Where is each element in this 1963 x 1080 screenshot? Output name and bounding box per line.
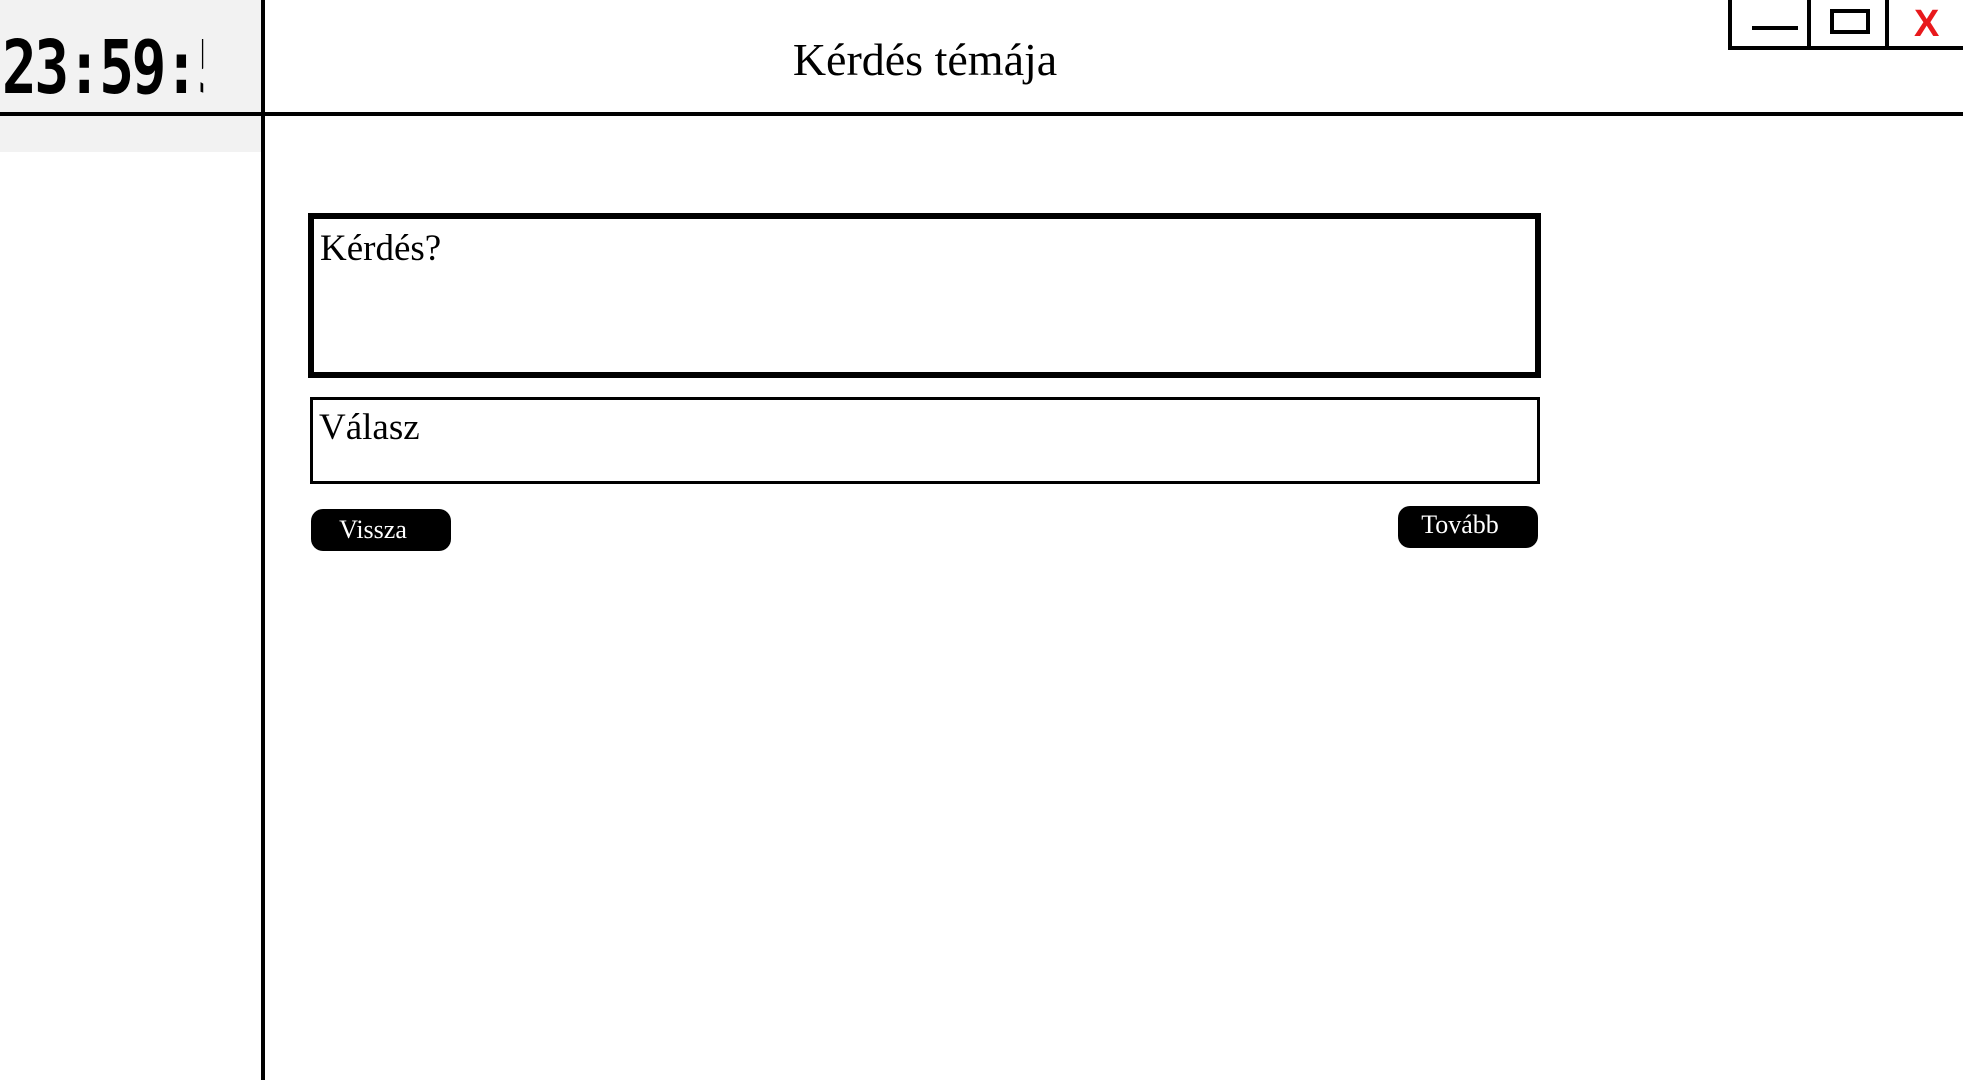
close-icon: X — [1914, 2, 1940, 45]
question-box: Kérdés? — [308, 213, 1541, 378]
back-button[interactable]: Vissza — [311, 509, 451, 551]
timer-panel: 23:59:59 — [0, 0, 262, 152]
maximize-button[interactable] — [1806, 0, 1886, 46]
minimize-icon — [1752, 26, 1798, 30]
window-controls: X — [1728, 0, 1963, 50]
header-divider — [0, 112, 1963, 116]
back-button-label: Vissza — [339, 515, 407, 544]
countdown-timer: 23:59:59 — [2, 25, 203, 111]
next-button-label: Tovább — [1421, 510, 1499, 539]
minimize-button[interactable] — [1732, 0, 1807, 46]
maximize-icon — [1829, 9, 1870, 34]
answer-placeholder: Válasz — [319, 407, 420, 448]
sidebar-divider — [261, 0, 265, 1080]
answer-input[interactable]: Válasz — [310, 397, 1540, 484]
page-title: Kérdés témája — [792, 34, 1058, 85]
next-button[interactable]: Tovább — [1398, 506, 1538, 548]
question-text: Kérdés? — [320, 228, 442, 269]
close-button[interactable]: X — [1885, 0, 1963, 46]
